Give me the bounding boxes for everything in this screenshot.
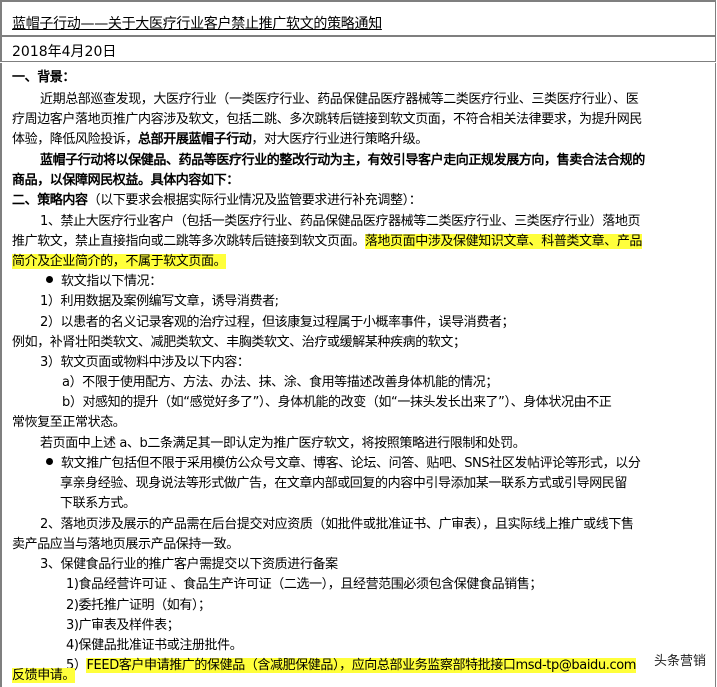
list-item: 4)保健品批准证书或注册批件。	[66, 638, 243, 653]
date-row: 2018年4月20日	[0, 36, 716, 62]
list-item: 1)食品经营许可证 、食品生产许可证（二选一），且经营范围必须包含保健食品销售；	[66, 577, 542, 592]
bullet-icon	[46, 276, 53, 283]
list-item: 3）软文页面或物料中涉及以下内容：	[40, 355, 250, 370]
paragraph-text: 体验，降低风险投诉，	[12, 132, 139, 147]
section-background-heading: 一、背景：	[12, 70, 76, 85]
rule-1-line: 简介及企业简介的，不属于软文页面。	[12, 252, 227, 272]
rule-3-line: 3、保健食品行业的推广客户需提交以下资质进行备案	[40, 557, 338, 572]
list-item-continuation: 反馈申请。	[12, 666, 75, 686]
section-strategy-heading: 二、策略内容（以下要求会根据实际行业情况及监管要求进行补充调整）：	[12, 191, 422, 211]
bold-text: 总部开展蓝帽子行动	[138, 132, 252, 147]
list-item: 2）以患者的名义记录客观的治疗过程，但该康复过程属于小概率事件，误导消费者；	[40, 315, 515, 330]
rule-text: 推广软文，禁止直接指向或二跳等多次跳转后链接到软文页面。	[12, 234, 365, 249]
heading-text: 二、策略内容	[12, 193, 88, 208]
bullet-continuation: 享亲身经验、现身说法等形式做广告，在文章内部或回复的内容中引导添加某一联系方式或…	[60, 476, 628, 491]
document-page: 蓝帽子行动——关于大医疗行业客户禁止推广软文的策略通知 2018年4月20日 一…	[0, 0, 716, 687]
heading-note: （以下要求会根据实际行业情况及监管要求进行补充调整）：	[87, 193, 422, 208]
list-subitem: 常恢复至正常状态。	[12, 415, 126, 430]
paragraph-line: 近期总部巡查发现，大医疗行业（一类医疗行业、药品保健品医疗器械等二类医疗行业、三…	[40, 92, 639, 107]
bullet-item: 软文指以下情况：	[46, 272, 162, 292]
bold-paragraph-line: 商品，以保障网民权益。具体内容如下：	[12, 173, 239, 188]
highlighted-text: 落地页面中涉及保健知识文章、科普类文章、产品	[364, 234, 643, 249]
document-body: 一、背景： 近期总部巡查发现，大医疗行业（一类医疗行业、药品保健品医疗器械等二类…	[0, 63, 716, 687]
bullet-item: 软文推广包括但不限于采用模仿公众号文章、博客、论坛、问答、贴吧、SNS社区发帖评…	[46, 454, 641, 474]
bullet-continuation: 下联系方式。	[60, 496, 136, 511]
rule-2-line: 卖产品应当与落地页展示产品保持一致。	[12, 537, 239, 552]
bullet-text: 软文推广包括但不限于采用模仿公众号文章、博客、论坛、问答、贴吧、SNS社区发帖评…	[61, 456, 641, 471]
highlighted-text: 简介及企业简介的，不属于软文页面。	[12, 254, 227, 269]
list-item: 2)委托推广证明（如有）；	[66, 598, 211, 613]
list-item: 1）利用数据及案例编写文章，诱导消费者;	[40, 294, 279, 309]
title-row: 蓝帽子行动——关于大医疗行业客户禁止推广软文的策略通知	[0, 0, 716, 36]
list-subitem: a）不限于使用配方、方法、办法、抹、涂、食用等描述改善身体机能的情况；	[62, 375, 498, 390]
rule-2-line: 2、落地页涉及展示的产品需在后台提交对应资质（如批件或批准证书、广审表），且实际…	[40, 517, 634, 532]
bullet-text: 软文指以下情况：	[61, 274, 162, 289]
note-line: 若页面中上述 a、b二条满足其一即认定为推广医疗软文，将按照策略进行限制和处罚。	[40, 436, 526, 451]
document-title: 蓝帽子行动——关于大医疗行业客户禁止推广软文的策略通知	[12, 16, 382, 32]
list-item: 例如，补肾壮阳类软文、减肥类软文、丰胸类软文、治疗或缓解某种疾病的软文；	[12, 335, 466, 350]
list-item: 5）FEED客户申请推广的保健品（含减肥保健品），应向总部业务监察部特批接口ms…	[66, 656, 636, 676]
rule-1-line: 推广软文，禁止直接指向或二跳等多次跳转后链接到软文页面。落地页面中涉及保健知识文…	[12, 232, 642, 252]
list-subitem: b）对感知的提升（如“感觉好多了”）、身体机能的改变（如“一抹头发长出来了”）、…	[62, 395, 612, 410]
bullet-icon	[46, 458, 53, 465]
rule-1-line: 1、禁止大医疗行业客户（包括一类医疗行业、药品保健品医疗器械等二类医疗行业、三类…	[40, 214, 641, 229]
watermark: 头条营销	[654, 650, 707, 669]
bold-paragraph-line: 蓝帽子行动将以保健品、药品等医疗行业的整改行动为主，有效引导客户走向正规发展方向…	[40, 153, 645, 168]
paragraph-line: 体验，降低风险投诉，总部开展蓝帽子行动，对大医疗行业进行策略升级。	[12, 130, 428, 150]
highlighted-text: FEED客户申请推广的保健品（含减肥保健品），应向总部业务监察部特批接口msd-…	[86, 658, 637, 673]
highlighted-text: 反馈申请。	[12, 668, 76, 683]
document-date: 2018年4月20日	[12, 44, 117, 60]
list-item: 3)广审表及样件表；	[66, 618, 180, 633]
paragraph-line: 疗周边客户落地页推广内容涉及软文，包括二跳、多次跳转后链接到软文页面，不符合相关…	[12, 112, 643, 127]
paragraph-text: ，对大医疗行业进行策略升级。	[251, 132, 428, 147]
